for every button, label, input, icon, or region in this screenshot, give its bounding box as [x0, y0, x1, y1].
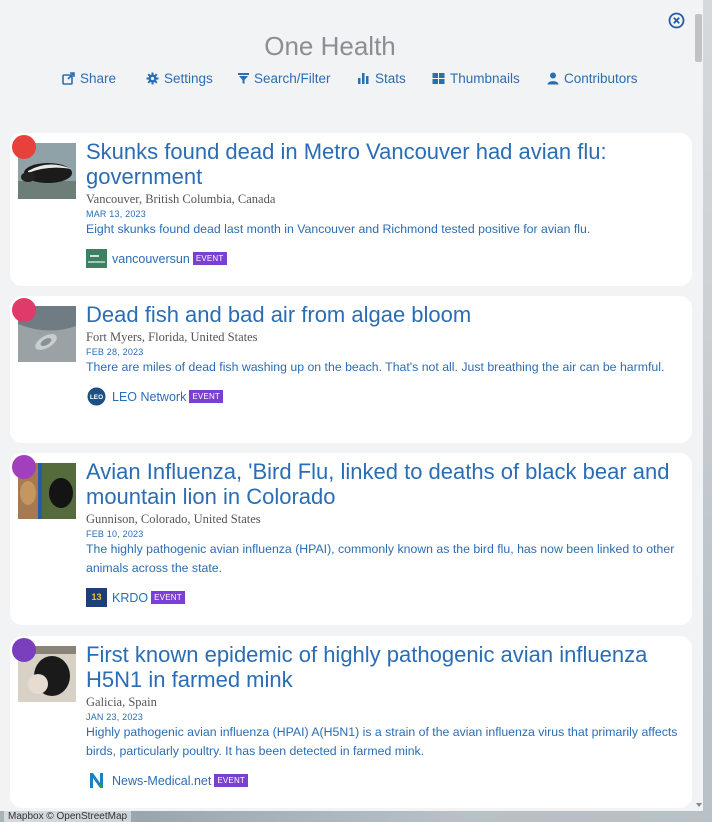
settings-label: Settings: [164, 70, 213, 86]
story-source[interactable]: 13 KRDO EVENT: [86, 588, 682, 607]
story-card[interactable]: Dead fish and bad air from algae bloom F…: [10, 296, 692, 443]
svg-text:LEO: LEO: [90, 394, 103, 401]
story-headline[interactable]: Dead fish and bad air from algae bloom: [86, 302, 682, 327]
story-headline[interactable]: Skunks found dead in Metro Vancouver had…: [86, 139, 682, 189]
close-icon[interactable]: [668, 12, 685, 29]
story-headline[interactable]: First known epidemic of highly pathogeni…: [86, 642, 682, 692]
story-headline[interactable]: Avian Influenza, 'Bird Flu, linked to de…: [86, 459, 682, 509]
filter-icon: [238, 72, 249, 84]
contributors-button[interactable]: Contributors: [547, 69, 638, 87]
marker-dot: [12, 455, 36, 479]
story-location: Vancouver, British Columbia, Canada: [86, 192, 276, 206]
marker-dot: [12, 298, 36, 322]
story-date: FEB 28, 2023: [86, 347, 144, 357]
story-source[interactable]: vancouversun EVENT: [86, 249, 682, 268]
story-location: Galicia, Spain: [86, 695, 157, 709]
leo-network-logo-icon: LEO: [86, 387, 107, 406]
svg-text:13: 13: [91, 592, 101, 602]
grid-icon: [432, 72, 445, 84]
story-summary: The highly pathogenic avian influenza (H…: [86, 542, 675, 575]
stats-label: Stats: [375, 70, 406, 86]
story-location: Gunnison, Colorado, United States: [86, 512, 261, 526]
share-label: Share: [80, 70, 117, 86]
story-date: MAR 13, 2023: [86, 209, 146, 219]
story-date: FEB 10, 2023: [86, 529, 144, 539]
story-source[interactable]: News-Medical.net EVENT: [86, 771, 682, 790]
event-badge: EVENT: [192, 252, 227, 265]
story-summary: There are miles of dead fish washing up …: [86, 360, 665, 374]
stats-button[interactable]: Stats: [357, 69, 432, 87]
map-attribution[interactable]: Mapbox © OpenStreetMap: [4, 811, 132, 822]
story-location: Fort Myers, Florida, United States: [86, 330, 258, 344]
story-date: JAN 23, 2023: [86, 712, 143, 722]
story-summary: Highly pathogenic avian influenza (HPAI)…: [86, 725, 678, 758]
marker-dot: [12, 638, 36, 662]
event-badge: EVENT: [189, 390, 224, 403]
user-icon: [547, 72, 559, 84]
source-name[interactable]: LEO Network: [112, 390, 186, 404]
scroll-down-icon[interactable]: [696, 803, 702, 807]
scrollbar-thumb[interactable]: [695, 14, 702, 62]
story-summary: Eight skunks found dead last month in Va…: [86, 222, 591, 236]
krdo-logo-icon: 13: [86, 588, 107, 607]
share-icon: [62, 71, 75, 85]
source-name[interactable]: vancouversun: [112, 252, 190, 266]
story-card[interactable]: Skunks found dead in Metro Vancouver had…: [10, 133, 692, 286]
event-badge: EVENT: [214, 774, 249, 787]
panel-scrollbar[interactable]: [694, 0, 703, 811]
page-title: One Health: [264, 31, 396, 61]
vancouversun-logo-icon: [86, 249, 107, 268]
settings-button[interactable]: Settings: [146, 69, 238, 87]
thumbnails-button[interactable]: Thumbnails: [432, 69, 547, 87]
story-card[interactable]: First known epidemic of highly pathogeni…: [10, 636, 692, 808]
news-medical-logo-icon: [86, 771, 107, 790]
source-name[interactable]: KRDO: [112, 591, 148, 605]
source-name[interactable]: News-Medical.net: [112, 774, 211, 788]
story-card[interactable]: Avian Influenza, 'Bird Flu, linked to de…: [10, 453, 692, 625]
story-panel: One Health Share Settings Search/Filter …: [0, 0, 703, 811]
contributors-label: Contributors: [564, 70, 638, 86]
share-button[interactable]: Share: [62, 69, 146, 87]
toolbar: Share Settings Search/Filter Stats Thumb…: [62, 69, 638, 87]
thumbnails-label: Thumbnails: [450, 70, 520, 86]
marker-dot: [12, 135, 36, 159]
event-badge: EVENT: [151, 591, 185, 604]
bar-chart-icon: [358, 72, 369, 84]
story-source[interactable]: LEO LEO Network EVENT: [86, 387, 682, 406]
gear-icon: [146, 72, 159, 84]
search-filter-label: Search/Filter: [254, 70, 331, 86]
search-filter-button[interactable]: Search/Filter: [238, 69, 357, 87]
